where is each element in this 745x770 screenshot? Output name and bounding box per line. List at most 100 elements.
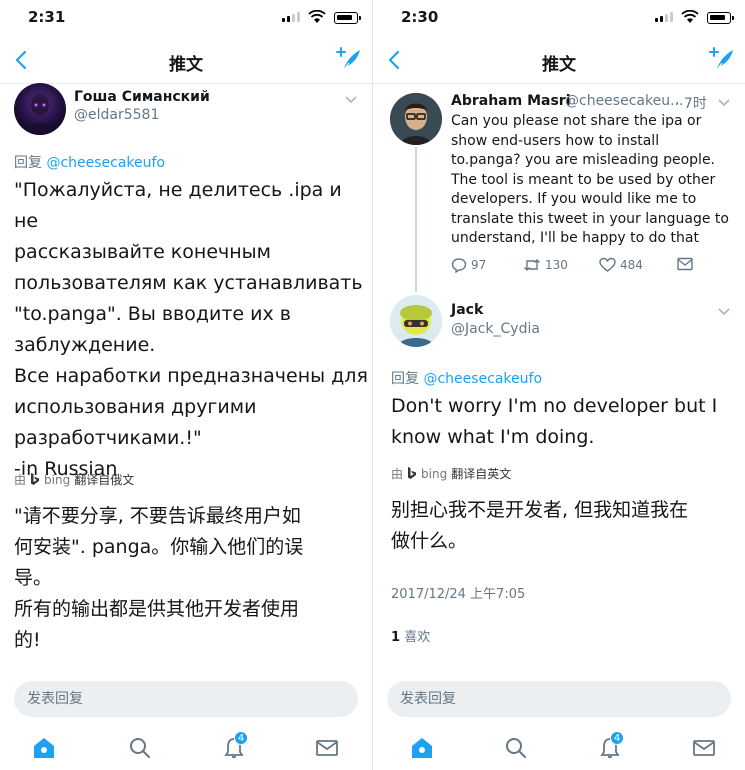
avatar[interactable] — [390, 295, 442, 347]
retweet-count: 130 — [545, 258, 568, 272]
reply-mention-link[interactable]: @cheesecakeufo — [423, 371, 542, 387]
tweet-line: пользователям как устанавливать — [14, 272, 363, 294]
notifications-tab[interactable]: 4 — [598, 731, 624, 760]
bing-logo-icon — [31, 473, 40, 485]
like-count: 484 — [620, 258, 643, 272]
translated-line: "请不要分享, 不要告诉最终用户如 — [14, 505, 301, 527]
status-bar: 2:31 — [0, 0, 372, 36]
translate-brand: bing — [44, 472, 71, 487]
chevron-down-icon[interactable] — [344, 95, 358, 105]
reply-prefix: 回复 — [391, 371, 419, 387]
tweet-line: know what I'm doing. — [391, 426, 595, 448]
navigation-bar: 推文 — [373, 40, 745, 84]
translated-line: 做什么。 — [391, 530, 468, 552]
author-handle[interactable]: @eldar5581 — [74, 107, 159, 123]
parent-author-handle[interactable]: @cheesecakeu... — [565, 93, 683, 109]
tweet-line: разработчиками.!" — [14, 427, 202, 449]
share-button[interactable] — [677, 257, 693, 271]
author-handle[interactable]: @Jack_Cydia — [451, 321, 540, 337]
author-name[interactable]: Гоша Симанский — [74, 89, 210, 105]
translation-attribution: 由 bing 翻译自俄文 — [14, 471, 134, 488]
reply-input[interactable]: 发表回复 — [387, 681, 731, 717]
parent-author-name[interactable]: Abraham Masri — [451, 93, 571, 109]
status-bar: 2:30 — [373, 0, 745, 36]
parent-tweet-line: understand, I'll be happy to do that — [451, 230, 699, 246]
right-phone-screen: 2:30 推文 Abraham Masri @cheesecakeu... · … — [373, 0, 745, 770]
parent-timestamp: · 7时 — [675, 96, 707, 112]
tweet-line: заблуждение. — [14, 334, 156, 356]
parent-tweet-line: translate this tweet in your language to — [451, 210, 729, 227]
translate-label: 翻译自英文 — [451, 467, 512, 481]
translated-text: "请不要分享, 不要告诉最终用户如 何安装". panga。你输入他们的误 导。… — [14, 501, 370, 656]
notifications-tab[interactable]: 4 — [222, 731, 248, 760]
parent-tweet-actions: 97 130 484 — [451, 257, 711, 277]
translated-line: 导。 — [14, 567, 53, 589]
page-title: 推文 — [169, 55, 203, 75]
messages-icon[interactable] — [315, 736, 339, 760]
reply-button[interactable]: 97 — [451, 257, 486, 273]
like-summary[interactable]: 1 喜欢 — [391, 626, 430, 645]
page-title: 推文 — [542, 55, 576, 75]
reply-icon — [451, 258, 467, 273]
battery-icon — [334, 12, 361, 24]
parent-tweet-line: show end-users how to install — [451, 132, 660, 149]
tweet-body: "Пожалуйста, не делитесь .ipa и не расск… — [14, 175, 370, 485]
tweet-line: Все наработки предназначены для — [14, 365, 368, 387]
signal-icon — [655, 12, 673, 22]
home-icon[interactable] — [410, 736, 434, 760]
parent-tweet-line: Can you please not share the ipa or — [451, 113, 702, 129]
tab-bar: 4 — [373, 728, 745, 770]
tab-bar: 4 — [0, 728, 372, 770]
tweet-line: рассказывайте конечным — [14, 241, 272, 263]
home-icon[interactable] — [32, 736, 56, 760]
reply-prefix: 回复 — [14, 155, 42, 171]
thread-connector — [415, 147, 417, 292]
parent-tweet-line: developers. If you would like me to — [451, 191, 697, 207]
tweet-line: "to.panga". Вы вводите их в — [14, 303, 291, 325]
translate-by: 由 — [14, 473, 27, 487]
like-summary-count: 1 — [391, 630, 401, 645]
translate-label: 翻译自俄文 — [74, 473, 135, 487]
chevron-down-icon[interactable] — [717, 98, 731, 108]
retweet-button[interactable]: 130 — [523, 257, 568, 273]
tweet-line: "Пожалуйста, не делитесь .ipa и не — [14, 179, 342, 232]
messages-icon[interactable] — [692, 736, 716, 760]
reply-context: 回复 @cheesecakeufo — [391, 368, 542, 388]
parent-tweet-line: The tool is meant to be used by other — [451, 171, 716, 188]
compose-tweet-icon[interactable] — [334, 46, 362, 74]
parent-tweet-text: Can you please not share the ipa or show… — [451, 112, 741, 249]
compose-tweet-icon[interactable] — [707, 46, 735, 74]
share-icon — [677, 257, 693, 271]
tweet-detail: Гоша Симанский @eldar5581 回复 @cheesecake… — [0, 83, 372, 770]
wifi-icon — [308, 10, 326, 23]
wifi-icon — [681, 10, 699, 23]
avatar[interactable] — [14, 83, 66, 135]
tweet-line: Don't worry I'm no developer but I — [391, 395, 718, 417]
chevron-down-icon[interactable] — [717, 307, 731, 317]
search-icon[interactable] — [128, 736, 152, 760]
translate-brand: bing — [421, 466, 448, 481]
notification-badge: 4 — [234, 731, 248, 745]
translated-text: 别担心我不是开发者, 但我知道我在 做什么。 — [391, 495, 741, 557]
search-icon[interactable] — [504, 736, 528, 760]
translated-line: 所有的输出都是供其他开发者使用 — [14, 598, 300, 620]
status-time: 2:31 — [28, 8, 66, 26]
like-button[interactable]: 484 — [599, 257, 643, 273]
tweet-timestamp: 2017/12/24 上午7:05 — [391, 587, 526, 602]
bing-logo-icon — [408, 467, 417, 479]
navigation-bar: 推文 — [0, 40, 372, 84]
like-icon — [599, 257, 616, 272]
battery-icon — [707, 12, 734, 24]
author-name[interactable]: Jack — [451, 302, 483, 318]
signal-icon — [282, 12, 300, 22]
reply-input[interactable]: 发表回复 — [14, 681, 358, 717]
tweet-body: Don't worry I'm no developer but I know … — [391, 391, 741, 453]
notification-badge: 4 — [610, 731, 624, 745]
tweet-detail: Abraham Masri @cheesecakeu... · 7时 Can y… — [373, 85, 745, 770]
translated-line: 的! — [14, 629, 41, 651]
translate-by: 由 — [391, 467, 404, 481]
translated-line: 别担心我不是开发者, 但我知道我在 — [391, 499, 689, 521]
parent-avatar[interactable] — [390, 93, 442, 145]
tweet-line: использования другими — [14, 396, 257, 418]
reply-mention-link[interactable]: @cheesecakeufo — [46, 155, 165, 171]
